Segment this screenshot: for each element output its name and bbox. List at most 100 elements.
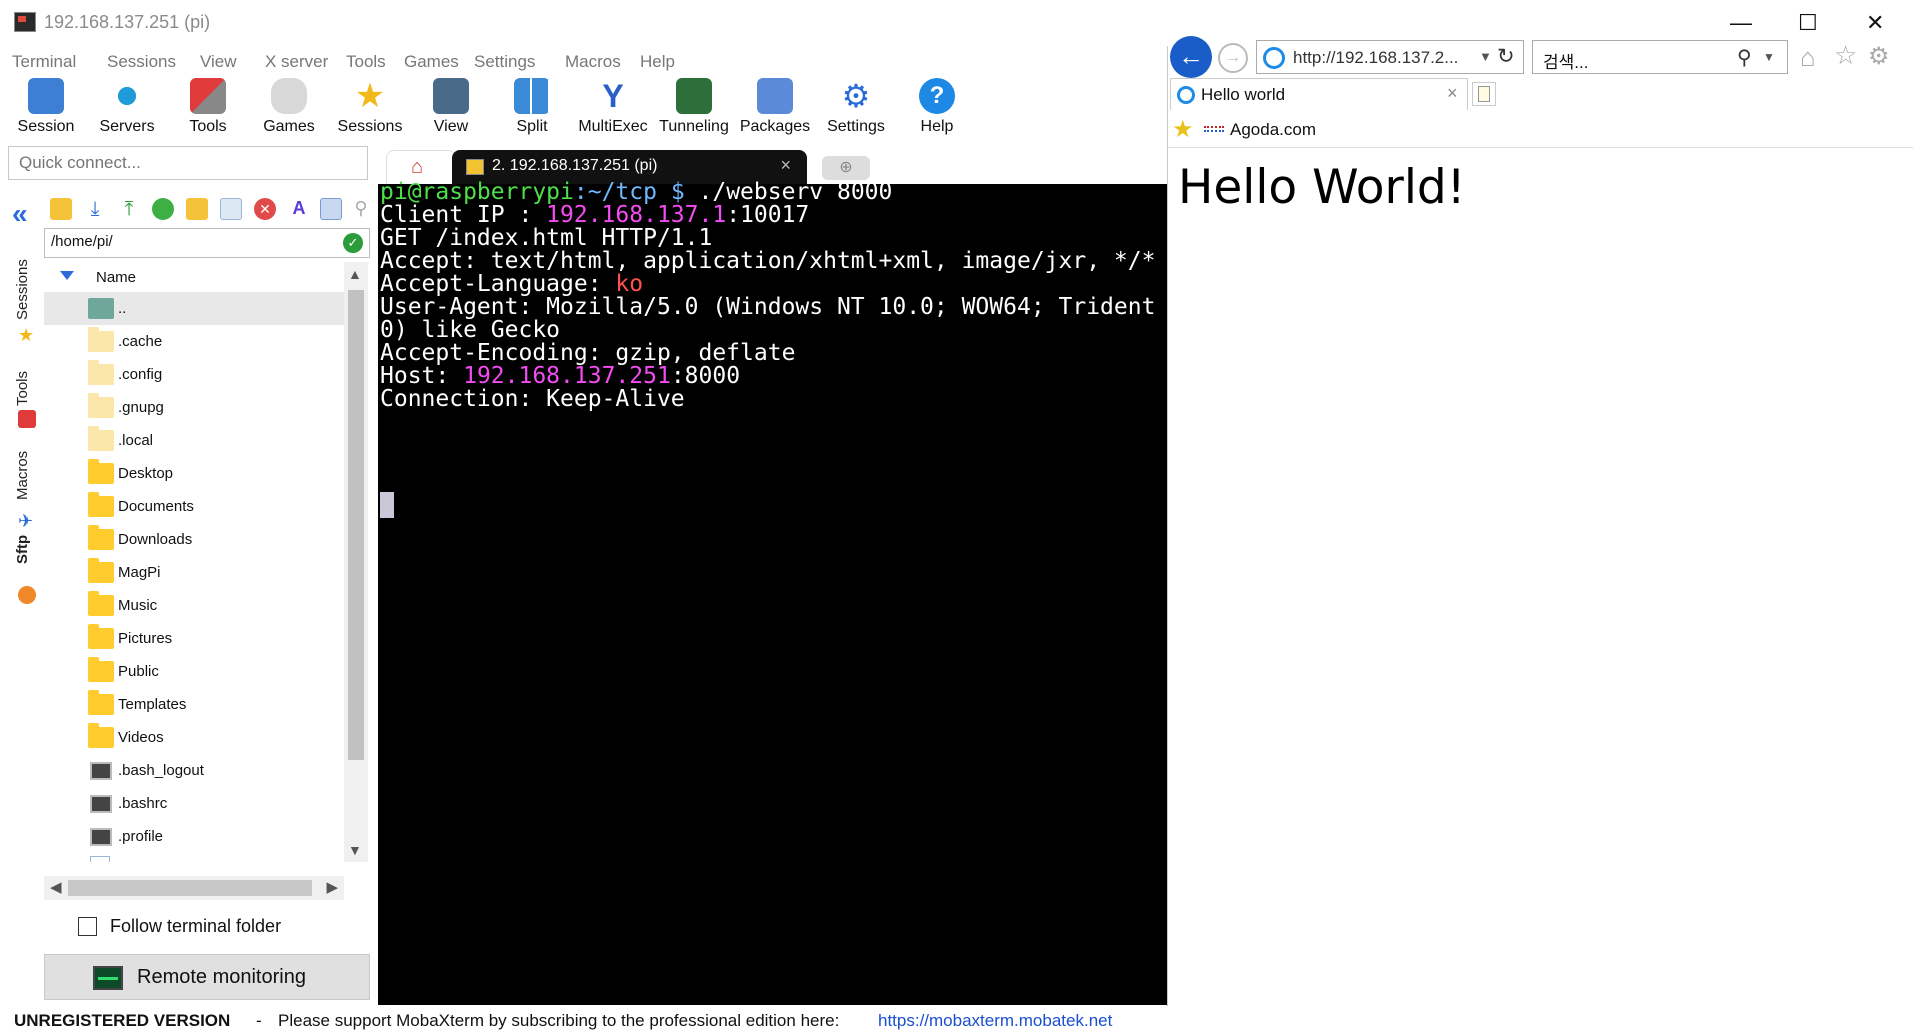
add-favorite-star-icon[interactable]: ★ [1172, 115, 1194, 144]
magic-wand-icon[interactable]: ⚲ [350, 198, 372, 220]
file-row[interactable]: .gnupg [44, 391, 346, 424]
ie-tab-close-icon[interactable]: × [1447, 83, 1458, 104]
file-row[interactable]: .local [44, 424, 346, 457]
download-icon[interactable]: ⤓ [84, 198, 106, 220]
file-row[interactable]: .cache [44, 325, 346, 358]
menu-help[interactable]: Help [640, 48, 675, 72]
ie-new-tab-button[interactable] [1472, 82, 1496, 106]
help-button[interactable]: ? Help [899, 76, 975, 142]
address-bar[interactable]: http://192.168.137.2... ▼ ↻ [1256, 40, 1524, 74]
remote-monitoring-button[interactable]: Remote monitoring [44, 954, 370, 1000]
maximize-icon[interactable]: ☐ [1798, 10, 1818, 36]
rename-icon[interactable]: A [288, 198, 310, 220]
file-row[interactable]: .bash_logout [44, 754, 346, 787]
menu-x-server[interactable]: X server [265, 48, 328, 72]
tab-close-icon[interactable]: × [780, 155, 791, 176]
new-file-icon[interactable] [220, 198, 242, 220]
tools-button[interactable]: Tools [170, 76, 246, 142]
file-list-header[interactable]: Name [44, 262, 346, 292]
view-button[interactable]: View [413, 76, 489, 142]
file-name: MagPi [118, 564, 161, 581]
scroll-down-icon[interactable]: ▼ [348, 842, 362, 858]
collapse-chevron-icon[interactable]: « [12, 198, 28, 230]
multiexec-button[interactable]: Y MultiExec [575, 76, 651, 142]
split-button[interactable]: Split [494, 76, 570, 142]
new-folder-icon[interactable] [186, 198, 208, 220]
new-tab-button[interactable]: ⊕ [822, 156, 870, 180]
menu-terminal[interactable]: Terminal [12, 48, 76, 72]
menu-games[interactable]: Games [404, 48, 459, 72]
file-row[interactable]: Templates [44, 688, 346, 721]
menu-settings[interactable]: Settings [474, 48, 535, 72]
mobatek-link[interactable]: https://mobaxterm.mobatek.net [878, 1011, 1112, 1031]
servers-button-label: Servers [99, 118, 155, 135]
file-row[interactable]: .profile [44, 820, 346, 853]
tab-tools-vertical[interactable]: Tools [14, 371, 31, 406]
menu-tools[interactable]: Tools [346, 48, 386, 72]
multiexec-button-label: MultiExec [578, 118, 648, 135]
upload-icon[interactable]: ⤒ [118, 198, 140, 220]
follow-terminal-checkbox[interactable] [78, 917, 97, 936]
close-icon[interactable]: ✕ [1866, 10, 1884, 36]
favorite-agoda-link[interactable]: Agoda.com [1230, 120, 1316, 140]
sftp-path-field[interactable]: /home/pi/ ✓ [44, 228, 370, 258]
file-row[interactable]: Desktop [44, 457, 346, 490]
tools-icon [190, 78, 226, 114]
session-button[interactable]: Session [8, 76, 84, 142]
search-icon[interactable]: ⚲ [1737, 45, 1752, 70]
search-dropdown-icon[interactable]: ▼ [1763, 50, 1775, 64]
file-row[interactable]: Pictures [44, 622, 346, 655]
file-row[interactable]: MagPi [44, 556, 346, 589]
terminal-area[interactable]: pi@raspberrypi:~/tcp $ ./webserv 8000 Cl… [378, 179, 1167, 1005]
hidden-folder-icon [88, 360, 114, 385]
scroll-up-icon[interactable]: ▲ [348, 266, 362, 282]
menu-sessions[interactable]: Sessions [107, 48, 176, 72]
refresh-icon[interactable]: ↻ [1497, 44, 1515, 69]
games-button[interactable]: Games [251, 76, 327, 142]
quick-connect-input[interactable] [8, 146, 368, 180]
internet-explorer-window: — ☐ ✕ ← → http://192.168.137.2... ▼ ↻ 검색… [1168, 0, 1913, 1035]
scroll-thumb[interactable] [348, 290, 364, 760]
tools-gear-icon[interactable]: ⚙ [1868, 42, 1890, 71]
refresh-icon[interactable] [152, 198, 174, 220]
tab-sftp-vertical[interactable]: Sftp [14, 535, 31, 564]
file-row[interactable]: Documents [44, 490, 346, 523]
vertical-scrollbar[interactable]: ▲ ▼ [344, 262, 368, 862]
back-arrow-icon[interactable]: ← [1170, 36, 1212, 78]
home-icon[interactable]: ⌂ [1800, 42, 1816, 73]
file-row[interactable]: .config [44, 358, 346, 391]
address-dropdown-icon[interactable]: ▼ [1479, 49, 1492, 64]
star-icon: ★ [354, 77, 386, 115]
file-row[interactable]: .Xauthority [44, 853, 346, 862]
packages-button[interactable]: Packages [737, 76, 813, 142]
file-row[interactable]: .. [44, 292, 346, 325]
search-box[interactable]: 검색... ⚲ ▼ [1532, 40, 1788, 74]
servers-button[interactable]: Servers [89, 76, 165, 142]
h-scroll-thumb[interactable] [68, 880, 312, 896]
file-name: Documents [118, 498, 194, 515]
settings-button[interactable]: ⚙ Settings [818, 76, 894, 142]
menu-view[interactable]: View [200, 48, 237, 72]
delete-icon[interactable]: ✕ [254, 198, 276, 220]
tab-sessions-vertical[interactable]: Sessions [14, 259, 31, 320]
tunneling-button[interactable]: Tunneling [656, 76, 732, 142]
favorites-star-icon[interactable]: ☆ [1834, 40, 1857, 71]
scroll-right-icon[interactable]: ▶ [326, 878, 338, 896]
minimize-icon[interactable]: — [1730, 10, 1752, 36]
page-heading: Hello World! [1178, 160, 1466, 215]
sessions-button[interactable]: ★ Sessions [332, 76, 408, 142]
parent-folder-icon[interactable] [50, 198, 72, 220]
tab-macros-vertical[interactable]: Macros [14, 451, 31, 500]
file-row[interactable]: Downloads [44, 523, 346, 556]
forward-arrow-icon[interactable]: → [1218, 43, 1248, 73]
scroll-left-icon[interactable]: ◀ [50, 878, 62, 896]
permissions-icon[interactable] [320, 198, 342, 220]
file-row[interactable]: .bashrc [44, 787, 346, 820]
menu-macros[interactable]: Macros [565, 48, 621, 72]
tab-hello-world[interactable]: Hello world × [1170, 78, 1468, 110]
file-row[interactable]: Videos [44, 721, 346, 754]
path-ok-check-icon[interactable]: ✓ [343, 233, 363, 253]
horizontal-scrollbar[interactable]: ◀ ▶ [44, 876, 344, 900]
file-row[interactable]: Music [44, 589, 346, 622]
file-row[interactable]: Public [44, 655, 346, 688]
